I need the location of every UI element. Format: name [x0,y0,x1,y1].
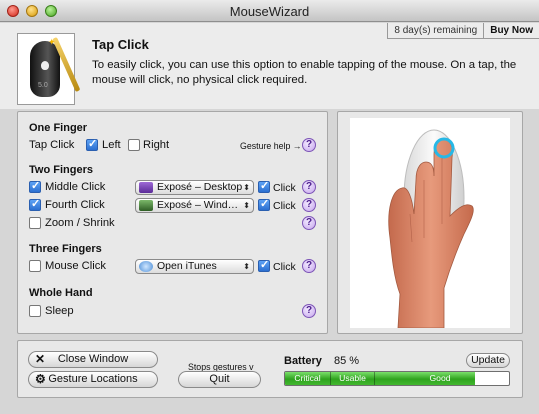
trial-remaining: 8 day(s) remaining [388,23,485,38]
help-icon-middle-click[interactable]: ? [302,180,316,194]
popup-arrows-icon: ⬍ [243,183,250,192]
middle-click-label: Middle Click [45,181,106,193]
trial-bar: 8 day(s) remaining Buy Now [387,23,539,39]
battery-zone-good: Good [429,373,451,383]
fourth-click-action: Exposé – Wind… [157,199,239,211]
gear-icon: ⚙ [35,372,46,386]
battery-zone-critical: Critical [285,372,331,385]
update-label: Update [471,354,505,366]
help-icon-three-finger[interactable]: ? [302,259,316,273]
tap-right-checkbox[interactable] [128,139,140,151]
close-x-icon: ✕ [35,352,46,366]
close-window-label: Close Window [57,353,129,365]
gesture-locations-label: Gesture Locations [48,373,138,385]
feature-title: Tap Click [92,37,149,52]
bottom-panel: ✕ Close Window ⚙ Gesture Locations Stops… [17,340,523,398]
feature-description: To easily click, you can use this option… [92,59,517,86]
close-window-button[interactable]: ✕ Close Window [28,351,158,368]
three-finger-click-label: Mouse Click [45,260,106,272]
expose-icon [139,182,153,193]
popup-arrows-icon: ⬍ [243,262,250,271]
help-icon-fourth-click[interactable]: ? [302,198,316,212]
help-icon-one-finger[interactable]: ? [302,138,316,152]
section-one-finger: One Finger [29,122,88,134]
zoom-shrink-label: Zoom / Shrink [45,217,115,229]
zoom-shrink-checkbox[interactable] [29,217,41,229]
gesture-locations-button[interactable]: ⚙ Gesture Locations [28,371,158,388]
fourth-click-click-checkbox[interactable] [258,197,270,211]
quit-button[interactable]: Quit [178,371,261,388]
sleep-checkbox[interactable] [29,305,41,317]
battery-zone-usable: Usable [331,372,375,385]
middle-click-click-checkbox[interactable] [258,179,270,193]
expose-icon [139,200,153,211]
title-bar: MouseWizard [0,0,539,22]
middle-click-click-label: Click [273,182,296,194]
help-icon-sleep[interactable]: ? [302,304,316,318]
fourth-click-click-label: Click [273,200,296,212]
gesture-illustration-panel [337,111,523,334]
battery-label: Battery [284,355,322,367]
middle-click-action: Exposé – Desktop [157,181,243,193]
window-title: MouseWizard [229,4,310,19]
hand-illustration [388,129,474,328]
icon-version: 5.0 [38,82,48,89]
three-finger-click-click-label: Click [273,261,296,273]
tap-left-label: Left [102,139,121,151]
three-finger-click-checkbox[interactable] [29,260,41,272]
fourth-click-action-select[interactable]: Exposé – Wind… ⬍ [135,198,254,213]
app-icon: 5.0 ✦ [17,33,81,105]
three-finger-action-select[interactable]: Open iTunes ⬍ [135,259,254,274]
section-whole-hand: Whole Hand [29,287,93,299]
gesture-settings-panel: One Finger Tap Click Left Right Gesture … [17,111,328,334]
section-two-fingers: Two Fingers [29,164,93,176]
gesture-help-link[interactable]: Gesture help → [240,141,302,151]
three-finger-click-click-checkbox[interactable] [258,258,270,272]
tap-right-label: Right [143,139,170,151]
tap-left-checkbox[interactable] [86,137,98,151]
hand-on-mouse-image [350,118,510,328]
help-icon-zoom-shrink[interactable]: ? [302,216,316,230]
quit-label: Quit [209,373,230,385]
battery-meter: Critical Usable Good [284,371,510,386]
fourth-click-checkbox[interactable] [29,197,41,211]
fourth-click-label: Fourth Click [45,199,105,211]
tap-click-label: Tap Click [29,139,75,151]
sleep-label: Sleep [45,305,74,317]
battery-percent: 85 % [334,355,360,367]
itunes-note-icon [139,261,153,272]
sparkle-icon: ✦ [48,37,56,47]
apple-logo-icon [41,61,49,70]
update-button[interactable]: Update [466,353,510,368]
middle-click-checkbox[interactable] [29,179,41,193]
popup-arrows-icon: ⬍ [243,201,250,210]
magic-mouse-icon: 5.0 [30,41,60,97]
middle-click-action-select[interactable]: Exposé – Desktop ⬍ [135,180,254,195]
buy-now-button[interactable]: Buy Now [484,23,539,38]
section-three-fingers: Three Fingers [29,243,102,255]
three-finger-action: Open iTunes [157,260,217,272]
